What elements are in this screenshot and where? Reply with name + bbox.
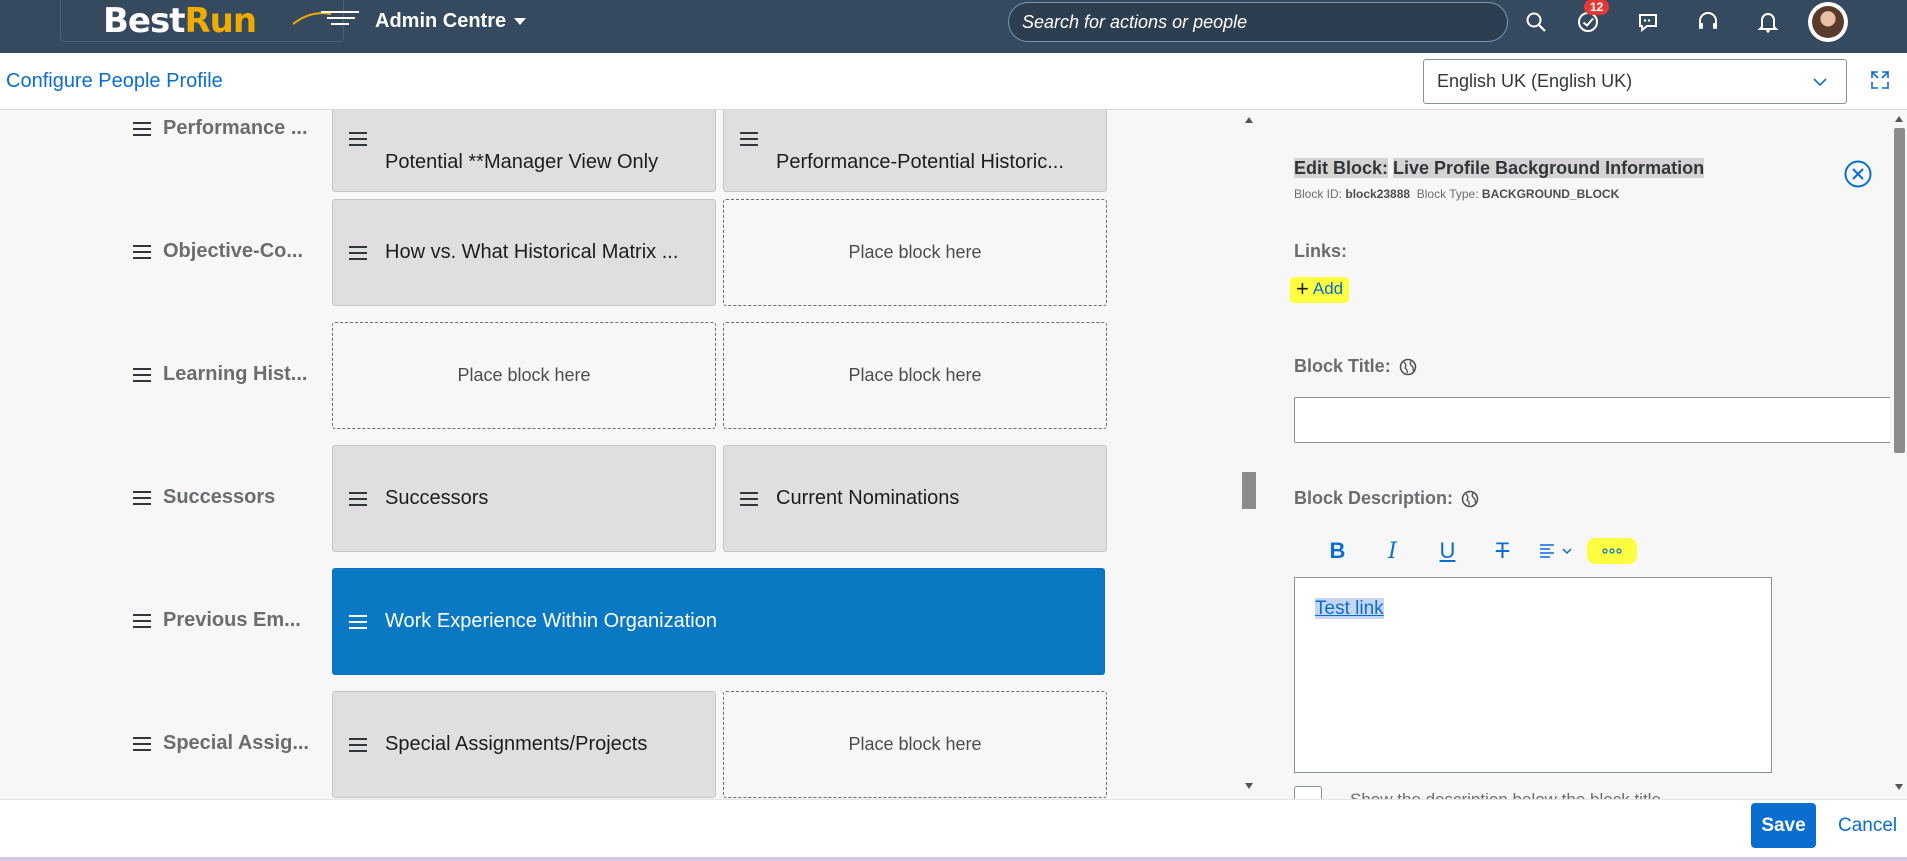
layout-canvas: Performance ... Potential **Manager View… [0,110,1240,799]
save-button[interactable]: Save [1751,803,1816,848]
row-label-successors[interactable]: Successors [133,486,275,509]
drag-handle-icon [133,736,151,751]
plus-icon: + [1296,276,1309,301]
drag-handle-icon [133,121,151,136]
block-title-input[interactable] [1294,397,1890,443]
headset-icon [1699,12,1717,29]
user-avatar[interactable] [1808,2,1848,42]
block-drop-zone[interactable]: Place block here [723,691,1107,798]
language-select[interactable]: English UK (English UK) [1423,59,1847,104]
feedback-button[interactable] [1634,8,1662,36]
drag-handle-icon [133,244,151,259]
shell-bar: BestRun Admin Centre 12 [0,0,1907,53]
footer-bar: Save Cancel [0,799,1907,861]
drag-handle-icon [133,490,151,505]
panel-scrollbar[interactable] [1892,110,1907,799]
block-performance-potential-historic[interactable]: Performance-Potential Historic... [723,110,1107,192]
links-label: Links: [1294,241,1348,261]
chevron-down-icon [1813,78,1827,87]
admin-centre-menu[interactable]: Admin Centre [375,10,527,33]
more-options-button[interactable] [1587,538,1637,564]
language-select-value: English UK (English UK) [1437,71,1633,91]
block-how-vs-what-historical[interactable]: How vs. What Historical Matrix ... [332,199,716,306]
page-header: Configure People Profile English UK (Eng… [0,53,1907,110]
drag-handle-icon [133,367,151,382]
scroll-thumb[interactable] [1242,472,1256,509]
block-title-label: Block Title: [1294,356,1417,377]
row-label-special-assignments[interactable]: Special Assig... [133,732,309,755]
scroll-up-icon[interactable] [1895,116,1903,122]
notification-badge: 12 [1584,0,1610,15]
row-label-objective[interactable]: Objective-Co... [133,240,303,263]
search-box[interactable] [1008,2,1508,42]
drag-handle-icon [133,613,151,628]
block-current-nominations[interactable]: Current Nominations [723,445,1107,552]
bestrun-logo[interactable]: BestRun [60,0,359,42]
drag-handle-icon [349,491,367,506]
block-drop-zone[interactable]: Place block here [723,322,1107,429]
support-button[interactable] [1694,8,1722,36]
notifications-button[interactable] [1754,8,1782,36]
bell-icon [1757,13,1779,33]
drag-handle-icon [349,245,367,260]
block-work-experience-selected[interactable]: Work Experience Within Organization [332,568,1105,675]
block-successors[interactable]: Successors [332,445,716,552]
drag-handle-icon [740,131,758,146]
scroll-down-icon[interactable] [1245,783,1253,789]
block-special-assignments[interactable]: Special Assignments/Projects [332,691,716,798]
italic-button[interactable]: I [1365,536,1420,566]
align-dropdown[interactable] [1530,536,1585,566]
block-drop-zone[interactable]: Place block here [723,199,1107,306]
globe-icon[interactable] [1461,490,1479,508]
fullscreen-icon[interactable] [1869,69,1891,91]
drag-handle-icon [349,737,367,752]
caret-down-icon [514,18,527,25]
drag-handle-icon [740,491,758,506]
block-drop-zone[interactable]: Place block here [332,322,716,429]
show-description-label: Show the description below the block tit… [1350,790,1661,799]
align-left-icon [1539,544,1572,558]
close-icon[interactable] [1843,159,1873,189]
bold-button[interactable]: B [1310,536,1365,566]
canvas-scrollbar[interactable] [1241,110,1257,799]
globe-icon[interactable] [1399,358,1417,376]
search-input[interactable] [1022,11,1507,33]
admin-centre-label: Admin Centre [375,10,507,32]
scroll-up-icon[interactable] [1245,117,1253,123]
edit-block-panel: Edit Block: Live Profile Background Info… [1262,110,1890,799]
row-label-previous-employment[interactable]: Previous Em... [133,609,301,632]
show-description-checkbox[interactable] [1294,786,1322,799]
drag-handle-icon [349,614,367,629]
add-link-button[interactable]: + Add [1290,276,1350,303]
overflow-icon [1602,548,1622,554]
bottom-divider [0,857,1907,861]
avatar-photo [1812,6,1844,38]
drag-handle-icon [349,131,367,146]
scroll-down-icon[interactable] [1895,784,1903,790]
block-meta: Block ID: block23888 Block Type: BACKGRO… [1294,187,1620,201]
rich-text-toolbar: B I U T [1310,536,1637,566]
row-label-performance[interactable]: Performance ... [133,117,308,140]
block-potential-manager-view[interactable]: Potential **Manager View Only [332,110,716,192]
search-button[interactable] [1522,8,1550,36]
scroll-thumb[interactable] [1894,128,1905,453]
edit-block-title: Edit Block: Live Profile Background Info… [1294,158,1705,178]
page-title: Configure People Profile [6,70,223,92]
todo-button[interactable]: 12 [1574,0,1610,36]
logo-text: BestRun [103,0,257,41]
logo-swoosh-icon [292,11,359,25]
search-icon [1526,12,1546,32]
description-editor[interactable]: Test link [1294,577,1772,773]
strikethrough-button[interactable]: T [1475,536,1530,566]
block-description-label: Block Description: [1294,488,1479,509]
row-label-learning-history[interactable]: Learning Hist... [133,363,307,386]
underline-button[interactable]: U [1420,536,1475,566]
cancel-button[interactable]: Cancel [1838,815,1897,837]
chat-icon [1639,14,1657,33]
description-link[interactable]: Test link [1315,598,1384,619]
